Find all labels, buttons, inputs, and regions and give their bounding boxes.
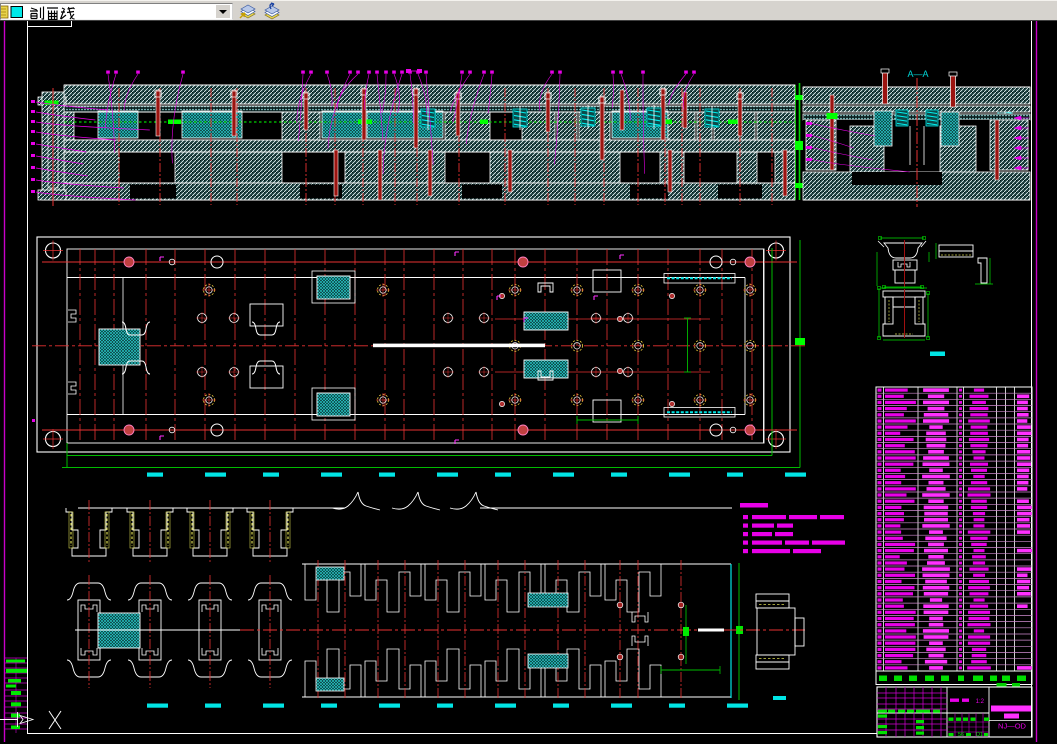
svg-text:A—A: A—A bbox=[907, 69, 928, 79]
svg-text:1:2: 1:2 bbox=[976, 699, 985, 705]
svg-text:D1: D1 bbox=[976, 732, 983, 738]
svg-text:56: 56 bbox=[958, 732, 964, 738]
svg-text:NJ—OD: NJ—OD bbox=[998, 722, 1027, 731]
